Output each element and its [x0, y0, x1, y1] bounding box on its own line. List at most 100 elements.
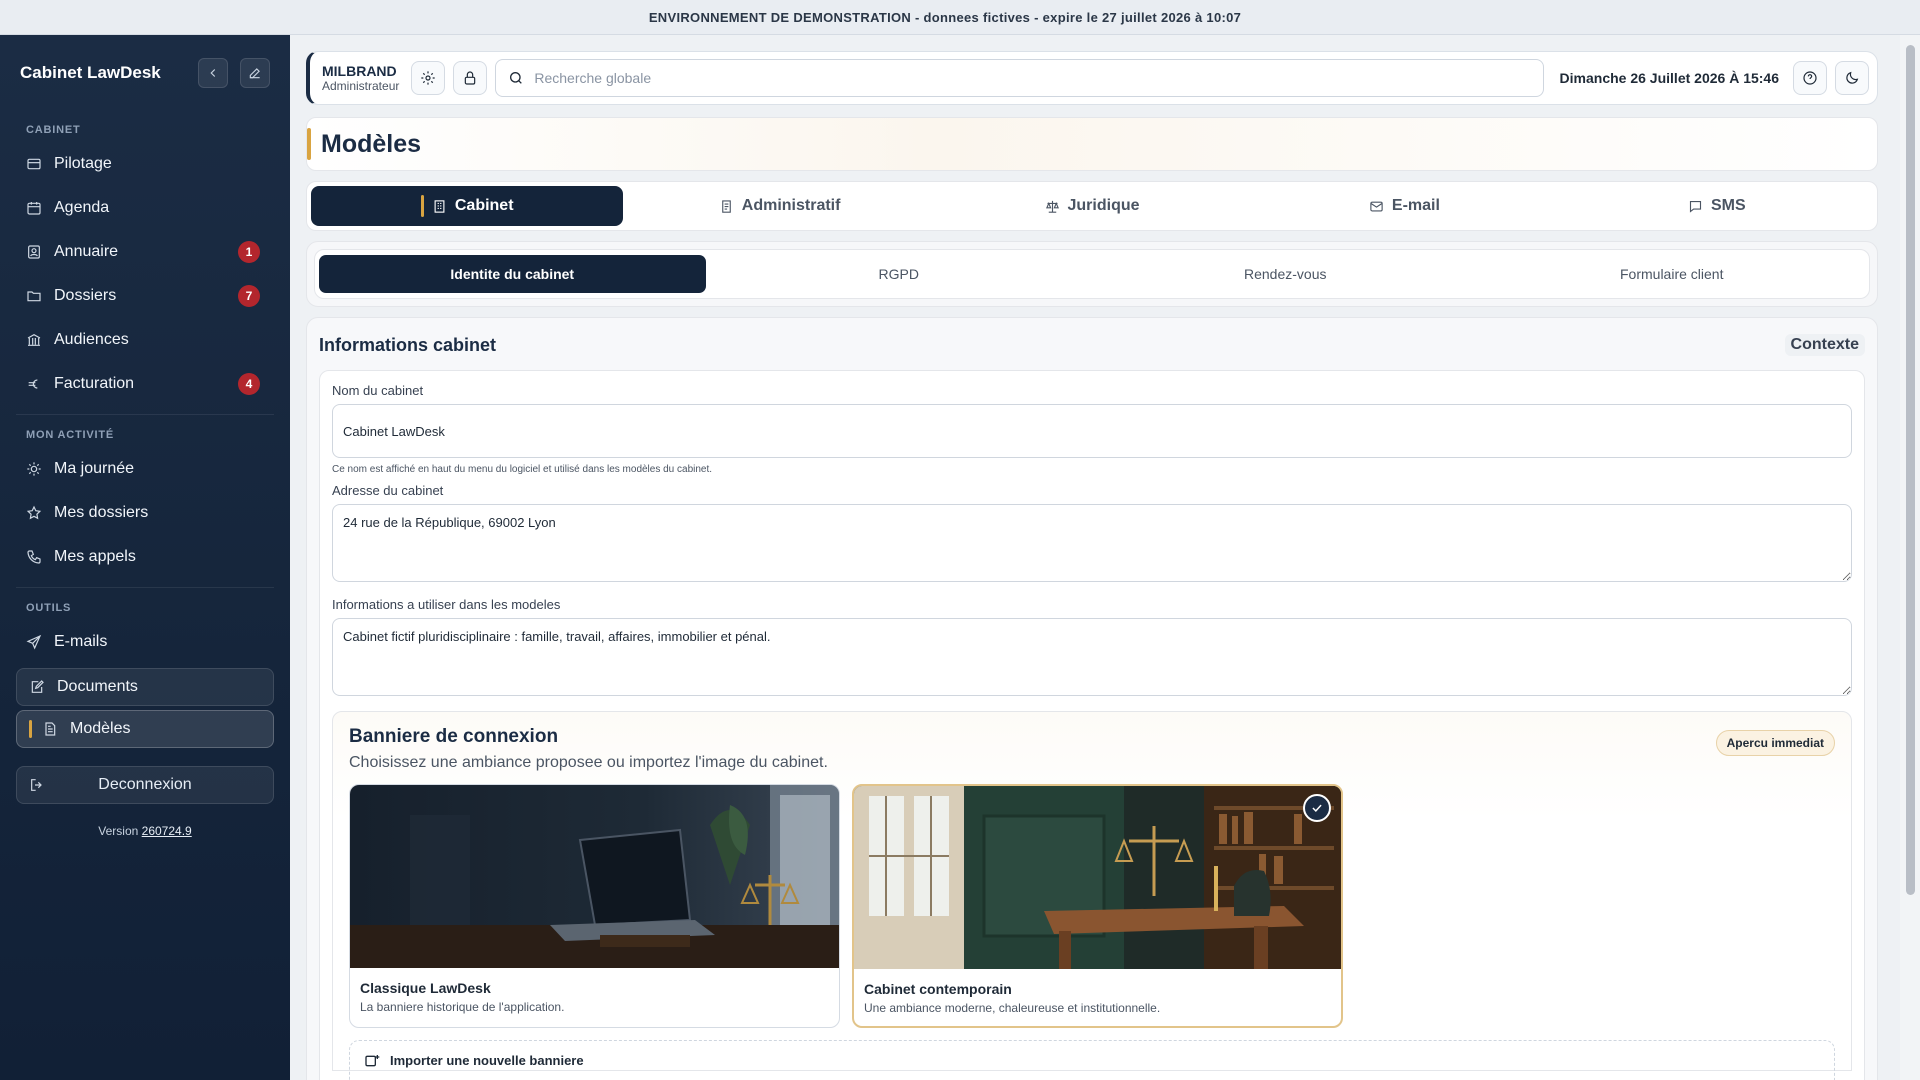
tab-cabinet[interactable]: Cabinet — [311, 186, 624, 226]
logout-button[interactable]: Deconnexion — [16, 766, 274, 804]
sidebar-divider — [16, 414, 274, 415]
sidebar-item-modeles[interactable]: Modèles — [16, 710, 274, 748]
import-banner-button[interactable]: Importer une nouvelle banniere — [349, 1040, 1835, 1080]
collapse-sidebar-button[interactable] — [198, 57, 228, 88]
panel-title: Informations cabinet — [319, 334, 497, 355]
edit-cabinet-button[interactable] — [240, 57, 270, 88]
sidebar-item-mes-dossiers[interactable]: Mes dossiers — [0, 491, 290, 535]
version-label: Version — [98, 824, 139, 838]
logout-label: Deconnexion — [98, 776, 192, 793]
subtab-identite[interactable]: Identite du cabinet — [319, 255, 706, 293]
sidebar-item-facturation[interactable]: Facturation 4 — [0, 362, 290, 406]
banner-card-contemporain[interactable]: Cabinet contemporain Une ambiance modern… — [852, 784, 1343, 1028]
mail-icon — [1370, 201, 1383, 211]
current-user[interactable]: MILBRAND Administrateur — [318, 63, 403, 93]
sidebar-header: Cabinet LawDesk — [0, 35, 290, 110]
dark-mode-toggle[interactable] — [1835, 61, 1869, 95]
sidebar-item-pilotage[interactable]: Pilotage — [0, 142, 290, 186]
sidebar-item-audiences[interactable]: Audiences — [0, 318, 290, 362]
cabinet-address-label: Adresse du cabinet — [332, 483, 444, 498]
notification-badge: 4 — [238, 373, 260, 395]
subtabs-container: Identite du cabinet RGPD Rendez-vous For… — [306, 241, 1878, 307]
subtab-formulaire-client[interactable]: Formulaire client — [1479, 255, 1866, 293]
settings-button[interactable] — [411, 61, 446, 95]
sidebar-item-label: Mes dossiers — [54, 504, 149, 521]
sidebar-section-cabinet: CABINET — [26, 124, 81, 136]
cabinet-subtabs: Identite du cabinet RGPD Rendez-vous For… — [314, 249, 1870, 299]
context-button[interactable]: Contexte — [1784, 334, 1865, 356]
scrollbar-thumb[interactable] — [1906, 45, 1915, 895]
page-scrollbar[interactable] — [1900, 35, 1920, 1080]
banner-card-title: Cabinet contemporain — [864, 981, 1012, 997]
import-banner-label: Importer une nouvelle banniere — [390, 1053, 584, 1068]
banner-image-contemporain — [854, 786, 1341, 969]
banner-card-classique[interactable]: Classique LawDesk La banniere historique… — [349, 784, 840, 1028]
banner-card-description: La banniere historique de l'application. — [360, 1000, 565, 1014]
office-laptop-image — [350, 785, 839, 968]
tab-sms[interactable]: SMS — [1561, 186, 1873, 226]
sidebar-item-ma-journee[interactable]: Ma journée — [0, 447, 290, 491]
cabinet-address-textarea[interactable]: 24 rue de la République, 69002 Lyon — [332, 504, 1852, 582]
search-icon — [510, 72, 523, 84]
preview-badge: Apercu immediat — [1715, 730, 1835, 756]
panel-header: Informations cabinet Contexte — [319, 334, 1865, 356]
top-bar: MILBRAND Administrateur Dimanche 26 Juil… — [306, 51, 1878, 105]
cabinet-name-input[interactable] — [332, 404, 1852, 458]
banner-card-body: Cabinet contemporain Une ambiance modern… — [854, 969, 1341, 1026]
page-header: Modèles — [306, 117, 1878, 171]
help-icon — [1803, 71, 1817, 85]
lock-button[interactable] — [453, 61, 488, 95]
gear-icon — [421, 71, 436, 85]
edit-document-icon — [31, 680, 44, 693]
version-link[interactable]: 260724.9 — [142, 824, 192, 838]
document-icon — [721, 199, 731, 213]
title-accent — [307, 128, 311, 160]
tab-administratif[interactable]: Administratif — [623, 186, 935, 226]
building-icon — [434, 199, 445, 213]
template-info-textarea[interactable]: Cabinet fictif pluridisciplinaire : fami… — [332, 618, 1852, 696]
sidebar-item-mes-appels[interactable]: Mes appels — [0, 535, 290, 579]
banner-card-body: Classique LawDesk La banniere historique… — [350, 968, 839, 1026]
banner-header: Banniere de connexion Choisissez une amb… — [349, 726, 1835, 772]
sidebar-item-annuaire[interactable]: Annuaire 1 — [0, 230, 290, 274]
sidebar-item-label: Documents — [57, 678, 138, 695]
subtab-rgpd[interactable]: RGPD — [706, 255, 1093, 293]
moon-icon — [1846, 71, 1859, 84]
login-banner-section: Banniere de connexion Choisissez une amb… — [332, 711, 1852, 1080]
help-button[interactable] — [1793, 61, 1827, 95]
courthouse-icon — [27, 333, 41, 346]
sidebar-item-label: Annuaire — [54, 243, 119, 260]
chevron-left-icon — [210, 68, 216, 77]
cabinet-info-form: Nom du cabinet Ce nom est affiché en hau… — [319, 370, 1865, 1080]
template-info-label: Informations a utiliser dans les modeles — [332, 597, 561, 612]
image-add-icon — [365, 1055, 380, 1067]
sidebar-title: Cabinet LawDesk — [20, 62, 161, 82]
sidebar-item-label: Audiences — [54, 331, 129, 348]
search-input[interactable] — [534, 70, 1531, 86]
modern-office-image — [854, 786, 1341, 969]
tab-email[interactable]: E-mail — [1248, 186, 1560, 226]
tab-label: Administratif — [741, 197, 841, 214]
sidebar-item-agenda[interactable]: Agenda — [0, 186, 290, 230]
page-title: Modèles — [321, 129, 422, 158]
sidebar-item-dossiers[interactable]: Dossiers 7 — [0, 274, 290, 318]
active-indicator — [420, 195, 424, 217]
selected-check — [1303, 794, 1331, 822]
folder-icon — [27, 291, 41, 302]
scale-icon — [1045, 200, 1059, 213]
sidebar-item-label: Modèles — [70, 720, 131, 737]
cabinet-name-label: Nom du cabinet — [332, 383, 424, 398]
sidebar-item-documents[interactable]: Documents — [16, 668, 274, 706]
check-icon — [1312, 804, 1322, 812]
calendar-icon — [27, 202, 41, 215]
send-icon — [26, 634, 42, 650]
global-search[interactable] — [495, 59, 1544, 97]
subtab-rendez-vous[interactable]: Rendez-vous — [1092, 255, 1479, 293]
sidebar-item-label: Ma journée — [54, 460, 135, 477]
cabinet-info-panel: Informations cabinet Contexte Nom du cab… — [306, 317, 1878, 1080]
sidebar-item-label: E-mails — [54, 633, 108, 650]
tab-label: E-mail — [1391, 197, 1440, 214]
tab-juridique[interactable]: Juridique — [936, 186, 1248, 226]
sidebar-item-emails[interactable]: E-mails — [0, 620, 290, 664]
sidebar: Cabinet LawDesk CABINET Pilotage Agenda … — [0, 35, 290, 1080]
